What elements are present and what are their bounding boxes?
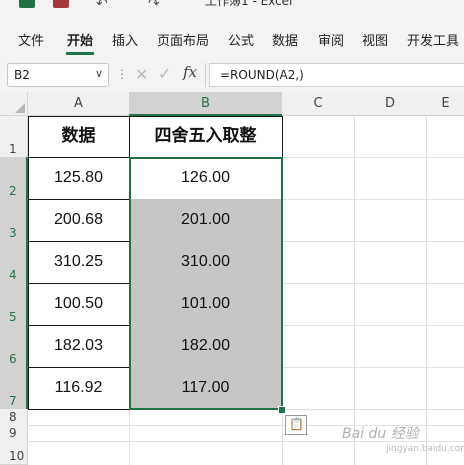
tab-file[interactable]: 文件 (18, 30, 44, 49)
cell-a3[interactable]: 200.68 (28, 199, 130, 242)
tab-formulas[interactable]: 公式 (228, 30, 254, 49)
row-number: 10 (9, 449, 25, 463)
formula-bar: B2 ∨ ⋮ ✕ ✓ fx =ROUND(A2,) (0, 60, 464, 92)
save-icon[interactable] (53, 0, 69, 8)
row-number: 4 (9, 268, 17, 282)
ribbon-tabs: 文件 开始 插入 页面布局 公式 数据 审阅 视图 开发工具 (0, 18, 464, 60)
row-number: 2 (9, 184, 17, 198)
cell-a6[interactable]: 182.03 (28, 325, 130, 368)
row-header-3[interactable]: 3 (0, 199, 28, 242)
watermark: Bai du 经验 (342, 426, 419, 442)
tab-view[interactable]: 视图 (362, 30, 388, 49)
watermark-url: jingyan.baidu.com (386, 444, 464, 454)
active-tab-indicator (66, 52, 94, 55)
row-number: 5 (9, 310, 17, 324)
window-title: 工作簿1 - Excel (205, 0, 293, 8)
row-header-7[interactable]: 7 (0, 367, 28, 410)
insert-function-icon[interactable]: fx (183, 63, 197, 81)
column-header-a[interactable]: A (28, 92, 130, 116)
cell-a4[interactable]: 310.25 (28, 241, 130, 284)
cell-a5[interactable]: 100.50 (28, 283, 130, 326)
row-number: 7 (9, 394, 17, 408)
column-header-d[interactable]: D (354, 92, 427, 116)
row-header-1[interactable]: 1 (0, 116, 28, 158)
name-box-value: B2 (14, 68, 30, 82)
row-number: 3 (9, 226, 17, 240)
formula-input[interactable]: =ROUND(A2,) (209, 63, 464, 87)
tab-review[interactable]: 审阅 (318, 30, 344, 49)
row-number: 9 (9, 426, 17, 440)
tab-data[interactable]: 数据 (272, 30, 298, 49)
row-number: 1 (9, 142, 17, 156)
row-number: 8 (9, 410, 17, 424)
redo-icon[interactable]: ↷ (148, 0, 160, 12)
cell-b4[interactable]: 310.00 (129, 241, 283, 284)
tab-insert[interactable]: 插入 (112, 30, 138, 49)
cell-b5[interactable]: 101.00 (129, 283, 283, 326)
tab-home[interactable]: 开始 (67, 30, 93, 49)
tab-page-layout[interactable]: 页面布局 (157, 30, 209, 49)
excel-icon (19, 0, 35, 8)
row-header-2[interactable]: 2 (0, 157, 28, 200)
column-header-b[interactable]: B (129, 92, 283, 116)
row-number: 6 (9, 352, 17, 366)
undo-icon[interactable]: ↶ (96, 0, 108, 12)
column-header-e[interactable]: E (426, 92, 464, 116)
row-header-5[interactable]: 5 (0, 283, 28, 326)
cell-b3[interactable]: 201.00 (129, 199, 283, 242)
row-header-6[interactable]: 6 (0, 325, 28, 368)
cell-b7[interactable]: 117.00 (129, 367, 283, 410)
cell-a1[interactable]: 数据 (28, 116, 130, 158)
cell-a7[interactable]: 116.92 (28, 367, 130, 410)
row-header-8[interactable]: 8 (0, 409, 28, 426)
tab-developer[interactable]: 开发工具 (407, 30, 459, 49)
check-icon[interactable]: ✓ (158, 64, 171, 83)
name-box[interactable]: B2 ∨ (7, 63, 109, 87)
more-vertical-icon[interactable]: ⋮ (116, 67, 128, 81)
fill-handle[interactable] (278, 406, 286, 414)
chevron-down-icon[interactable]: ∨ (95, 67, 103, 80)
title-bar: ↶ ↷ 工作簿1 - Excel (0, 0, 464, 18)
gridline (354, 116, 355, 465)
worksheet-grid[interactable]: A B C D E 1 2 3 4 5 6 7 8 9 10 数据 四舍五入取整… (0, 92, 464, 465)
paste-options-button[interactable]: 📋 (285, 415, 307, 435)
row-header-9[interactable]: 9 (0, 425, 28, 442)
cell-a2[interactable]: 125.80 (28, 157, 130, 200)
divider (205, 63, 206, 87)
row-header-10[interactable]: 10 (0, 441, 28, 465)
column-header-c[interactable]: C (282, 92, 355, 116)
close-icon[interactable]: ✕ (135, 65, 148, 84)
gridline (426, 116, 427, 465)
paste-options-icon: 📋 (289, 417, 304, 431)
select-all-button[interactable] (0, 92, 28, 116)
cell-b1[interactable]: 四舍五入取整 (129, 116, 283, 158)
cell-b6[interactable]: 182.00 (129, 325, 283, 368)
select-all-triangle (15, 103, 25, 113)
row-header-4[interactable]: 4 (0, 241, 28, 284)
formula-text: =ROUND(A2,) (220, 68, 304, 82)
cell-b2[interactable]: 126.00 (129, 157, 283, 200)
